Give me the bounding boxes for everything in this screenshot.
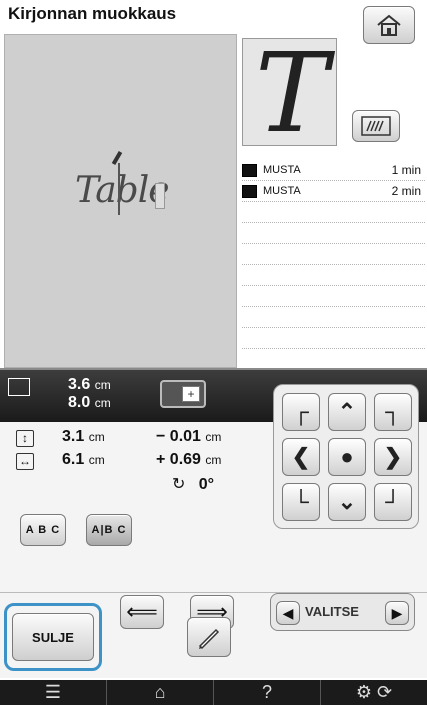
list-item (242, 244, 425, 265)
measure-height-unit: cm (88, 430, 105, 444)
move-right-button[interactable]: ❯ (374, 438, 412, 476)
thread-time: 2 min (391, 184, 421, 198)
rotate-icon: ↻ (172, 476, 186, 493)
select-control: ◀ VALITSE ▶ (270, 593, 415, 631)
list-item: MUSTA 1 min (242, 160, 425, 181)
embroidery-preview[interactable]: Table (4, 34, 237, 368)
select-next-button[interactable]: ▶ (385, 601, 409, 625)
thread-name: MUSTA (263, 185, 301, 197)
measure-height: 3.1 (62, 428, 85, 445)
horizontal-offset-unit: cm (205, 453, 222, 467)
hoop-plus-icon: + (182, 386, 200, 402)
stitch-view-button[interactable] (352, 110, 400, 142)
triangle-right-icon: ▶ (391, 604, 403, 621)
move-left-button[interactable]: ❮ (282, 438, 320, 476)
settings-icon: ⚙ ⟳ (355, 682, 393, 702)
close-button[interactable]: SULJE (12, 613, 94, 661)
list-item (242, 286, 425, 307)
stitch-icon (361, 116, 391, 136)
direction-pad: ┌ ⌃ ┐ ❮ ● ❯ └ ⌄ ┘ (273, 384, 419, 529)
list-item: MUSTA 2 min (242, 181, 425, 202)
measure-width: 6.1 (62, 451, 85, 468)
move-up-left-button[interactable]: ┌ (282, 393, 320, 431)
center-button[interactable]: ● (328, 438, 366, 476)
pattern-height: 3.6 (68, 376, 91, 393)
thumbnail-letter: T (255, 38, 329, 146)
letter-spacing-button[interactable]: A B C (20, 514, 66, 546)
measure-width-unit: cm (88, 453, 105, 467)
horizontal-offset: + 0.69 (156, 451, 201, 468)
horizontal-size-icon: ↔ (16, 453, 34, 470)
edit-pen-button[interactable] (187, 617, 231, 657)
select-label: VALITSE (305, 604, 359, 619)
pattern-width: 8.0 (68, 394, 91, 411)
home-icon (377, 14, 401, 36)
help-label: ? (261, 682, 272, 702)
list-item (242, 307, 425, 328)
thread-name: MUSTA (263, 164, 301, 176)
select-prev-button[interactable]: ◀ (276, 601, 300, 625)
list-item (242, 202, 425, 223)
triangle-left-icon: ◀ (282, 604, 294, 621)
letter-spacing-label: A B C (25, 524, 61, 536)
bottom-toolbar: ☰ ⌂ ? ⚙ ⟳ (0, 680, 427, 705)
machine-button[interactable]: ⌂ (107, 680, 214, 705)
move-up-button[interactable]: ⌃ (328, 393, 366, 431)
vertical-size-icon: ↕ (16, 430, 34, 447)
cursor-left-button[interactable]: ⟸ (120, 595, 164, 629)
thread-color-swatch (242, 184, 257, 198)
pen-icon (198, 628, 220, 650)
machine-icon: ⌂ (154, 682, 166, 702)
arrow-left-icon: ⟸ (126, 599, 158, 624)
settings-button[interactable]: ⚙ ⟳ (321, 680, 427, 705)
pen-cursor-icon (111, 150, 123, 166)
document-button[interactable]: ☰ (0, 680, 107, 705)
home-button[interactable] (363, 6, 415, 44)
list-item (242, 223, 425, 244)
list-item (242, 328, 425, 349)
width-unit: cm (94, 396, 111, 410)
document-icon: ☰ (44, 682, 62, 702)
text-cursor (118, 163, 120, 215)
thread-time: 1 min (391, 163, 421, 177)
move-down-left-button[interactable]: └ (282, 483, 320, 521)
text-cursor-label: A|B C (91, 524, 127, 536)
cursor-box (155, 183, 165, 209)
move-down-button[interactable]: ⌄ (328, 483, 366, 521)
page-title: Kirjonnan muokkaus (8, 4, 177, 23)
text-cursor-button[interactable]: A|B C (86, 514, 132, 546)
height-unit: cm (94, 378, 111, 392)
help-button[interactable]: ? (214, 680, 321, 705)
list-item (242, 265, 425, 286)
hoop-icon: + (160, 380, 206, 408)
rotation-value: 0° (198, 476, 215, 493)
vertical-offset-unit: cm (205, 430, 222, 444)
move-down-right-button[interactable]: ┘ (374, 483, 412, 521)
thread-list: MUSTA 1 min MUSTA 2 min (242, 160, 425, 349)
vertical-offset: − 0.01 (156, 428, 201, 445)
thread-color-swatch (242, 163, 257, 177)
pattern-thumbnail: T (242, 38, 337, 146)
size-icon (8, 378, 30, 396)
move-up-right-button[interactable]: ┐ (374, 393, 412, 431)
